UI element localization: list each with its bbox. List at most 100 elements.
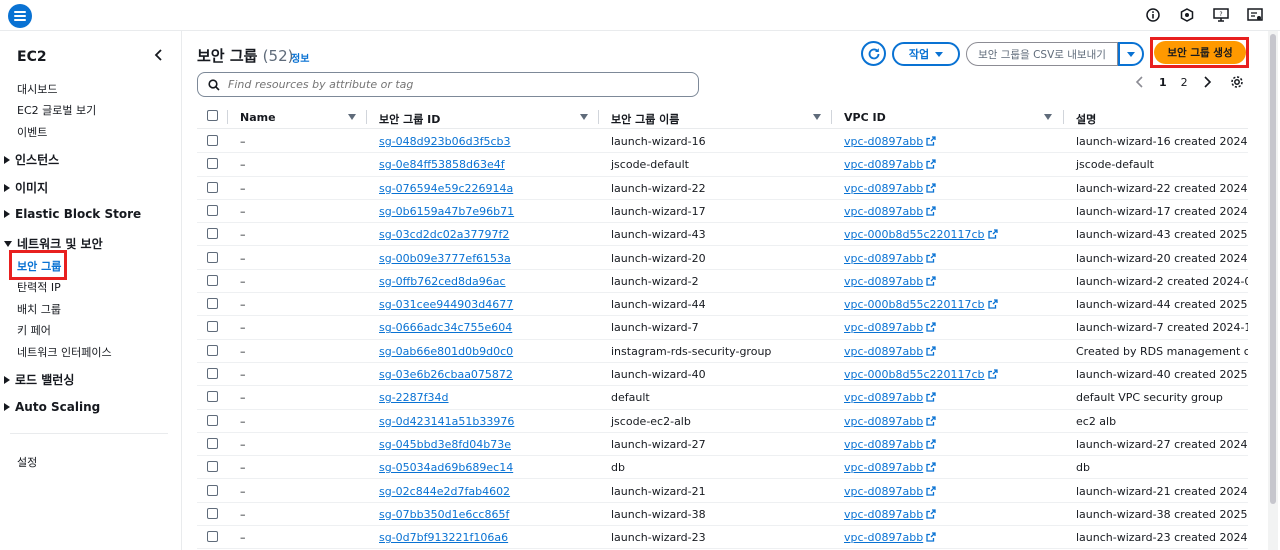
row-checkbox[interactable]: [207, 204, 218, 216]
column-header-id[interactable]: 보안 그룹 ID: [379, 111, 440, 127]
chevron-left-icon[interactable]: [1135, 76, 1145, 88]
table-row[interactable]: – sg-05034ad69b689ec14 db vpc-d0897abb db: [197, 456, 1248, 480]
table-row[interactable]: – sg-045bbd3e8fd04b73e launch-wizard-27 vpc…: [197, 433, 1248, 457]
cell-security-group-id[interactable]: sg-03cd2dc02a37797f2: [379, 228, 509, 241]
info-icon[interactable]: [1144, 6, 1162, 24]
cell-security-group-id[interactable]: sg-02c844e2d7fab4602: [379, 485, 510, 498]
hamburger-icon[interactable]: [8, 4, 32, 28]
row-checkbox[interactable]: [207, 321, 218, 333]
cell-security-group-id[interactable]: sg-2287f34d: [379, 391, 449, 404]
vpc-link[interactable]: vpc-d0897abb: [844, 485, 923, 498]
table-row[interactable]: – sg-0666adc34c755e604 launch-wizard-7 vpc-…: [197, 316, 1248, 340]
table-row[interactable]: – sg-00b09e3777ef6153a launch-wizard-20 vpc…: [197, 247, 1248, 270]
table-row[interactable]: – sg-048d923b06d3f5cb3 launch-wizard-16 vpc…: [197, 130, 1248, 154]
cell-security-group-id[interactable]: sg-045bbd3e8fd04b73e: [379, 438, 511, 451]
cell-security-group-id[interactable]: sg-0d423141a51b33976: [379, 415, 514, 428]
cell-vpc-id[interactable]: vpc-d0897abb: [844, 158, 936, 171]
cell-vpc-id[interactable]: vpc-d0897abb: [844, 531, 936, 544]
table-row[interactable]: – sg-0d423141a51b33976 jscode-ec2-alb vpc-d…: [197, 410, 1248, 433]
column-header-name[interactable]: Name: [240, 111, 276, 124]
cell-security-group-id[interactable]: sg-05034ad69b689ec14: [379, 461, 513, 474]
sidebar-section-images[interactable]: 이미지: [4, 179, 48, 196]
table-row[interactable]: – sg-02c844e2d7fab4602 launch-wizard-21 vpc…: [197, 480, 1248, 503]
support-icon[interactable]: ?: [1212, 6, 1230, 24]
close-sidebar-icon[interactable]: [152, 47, 166, 61]
table-row[interactable]: – sg-0ab66e801d0b9d0c0 instagram-rds-secur…: [197, 340, 1248, 363]
table-row[interactable]: – sg-076594e59c226914a launch-wizard-22 vpc…: [197, 177, 1248, 200]
cell-security-group-id[interactable]: sg-0e84ff53858d63e4f: [379, 158, 505, 171]
vpc-link[interactable]: vpc-d0897abb: [844, 345, 923, 358]
column-header-group-name[interactable]: 보안 그룹 이름: [611, 111, 679, 127]
table-row[interactable]: – sg-07bb350d1e6cc865f launch-wizard-38 vpc…: [197, 503, 1248, 527]
sidebar-item-key-pairs[interactable]: 키 페어: [17, 322, 51, 338]
select-all-checkbox[interactable]: [207, 110, 218, 121]
vpc-link[interactable]: vpc-d0897abb: [844, 415, 923, 428]
vpc-link[interactable]: vpc-d0897abb: [844, 461, 923, 474]
sidebar-item-elastic-ip[interactable]: 탄력적 IP: [17, 279, 61, 295]
cell-security-group-id[interactable]: sg-0b6159a47b7e96b71: [379, 205, 514, 218]
table-row[interactable]: – sg-03cd2dc02a37797f2 launch-wizard-43 vpc…: [197, 223, 1248, 247]
cell-vpc-id[interactable]: vpc-000b8d55c220117cb: [844, 228, 998, 241]
sort-icon[interactable]: [348, 114, 356, 120]
cell-security-group-id[interactable]: sg-07bb350d1e6cc865f: [379, 508, 509, 521]
row-checkbox[interactable]: [207, 484, 218, 496]
cell-security-group-id[interactable]: sg-0ab66e801d0b9d0c0: [379, 345, 513, 358]
vpc-link[interactable]: vpc-000b8d55c220117cb: [844, 228, 985, 241]
cell-vpc-id[interactable]: vpc-d0897abb: [844, 485, 936, 498]
chevron-right-icon[interactable]: [1202, 76, 1212, 88]
vpc-link[interactable]: vpc-d0897abb: [844, 182, 923, 195]
export-csv-button[interactable]: 보안 그룹을 CSV로 내보내기: [966, 42, 1118, 66]
scrollbar-thumb[interactable]: [1270, 34, 1276, 504]
sidebar-item-settings[interactable]: 설정: [17, 454, 37, 470]
cell-vpc-id[interactable]: vpc-d0897abb: [844, 321, 936, 334]
cell-security-group-id[interactable]: sg-00b09e3777ef6153a: [379, 252, 511, 265]
create-security-group-button[interactable]: 보안 그룹 생성: [1154, 41, 1246, 64]
cell-vpc-id[interactable]: vpc-d0897abb: [844, 275, 936, 288]
row-checkbox[interactable]: [207, 437, 218, 449]
vpc-link[interactable]: vpc-d0897abb: [844, 205, 923, 218]
cell-security-group-id[interactable]: sg-0d7bf913221f106a6: [379, 531, 508, 544]
vpc-link[interactable]: vpc-d0897abb: [844, 252, 923, 265]
column-header-description[interactable]: 설명: [1076, 111, 1096, 127]
row-checkbox[interactable]: [207, 461, 218, 473]
sidebar-item-security-groups[interactable]: 보안 그룹: [17, 258, 61, 274]
cell-vpc-id[interactable]: vpc-d0897abb: [844, 205, 936, 218]
cell-vpc-id[interactable]: vpc-d0897abb: [844, 391, 936, 404]
row-checkbox[interactable]: [207, 298, 218, 310]
vpc-link[interactable]: vpc-d0897abb: [844, 438, 923, 451]
cell-vpc-id[interactable]: vpc-d0897abb: [844, 461, 936, 474]
sidebar-item-dashboard[interactable]: 대시보드: [17, 81, 57, 97]
vpc-link[interactable]: vpc-000b8d55c220117cb: [844, 298, 985, 311]
row-checkbox[interactable]: [207, 414, 218, 426]
row-checkbox[interactable]: [207, 531, 218, 543]
cell-security-group-id[interactable]: sg-048d923b06d3f5cb3: [379, 135, 511, 148]
search-input[interactable]: [228, 78, 668, 91]
sidebar-section-ebs[interactable]: Elastic Block Store: [4, 207, 141, 221]
sort-icon[interactable]: [813, 114, 821, 120]
cell-vpc-id[interactable]: vpc-d0897abb: [844, 135, 936, 148]
sidebar-section-load-balancing[interactable]: 로드 밸런싱: [4, 371, 74, 388]
cell-vpc-id[interactable]: vpc-d0897abb: [844, 415, 936, 428]
row-checkbox[interactable]: [207, 391, 218, 403]
cell-vpc-id[interactable]: vpc-000b8d55c220117cb: [844, 298, 998, 311]
table-row[interactable]: – sg-0b6159a47b7e96b71 launch-wizard-17 vpc…: [197, 200, 1248, 224]
sort-icon[interactable]: [580, 114, 588, 120]
cell-security-group-id[interactable]: sg-03e6b26cbaa075872: [379, 368, 513, 381]
vpc-link[interactable]: vpc-d0897abb: [844, 158, 923, 171]
page-1[interactable]: 1: [1159, 76, 1167, 89]
row-checkbox[interactable]: [207, 251, 218, 263]
table-row[interactable]: – sg-0d7bf913221f106a6 launch-wizard-23 vpc…: [197, 526, 1248, 550]
cell-vpc-id[interactable]: vpc-d0897abb: [844, 252, 936, 265]
sidebar-item-events[interactable]: 이벤트: [17, 124, 47, 140]
settings-icon[interactable]: [1246, 6, 1264, 24]
export-dropdown-button[interactable]: [1118, 42, 1144, 66]
sidebar-item-placement-groups[interactable]: 배치 그룹: [17, 301, 61, 317]
cell-security-group-id[interactable]: sg-0666adc34c755e604: [379, 321, 512, 334]
cell-vpc-id[interactable]: vpc-d0897abb: [844, 345, 936, 358]
vpc-link[interactable]: vpc-d0897abb: [844, 275, 923, 288]
page-2[interactable]: 2: [1181, 76, 1188, 89]
sidebar-item-global-view[interactable]: EC2 글로벌 보기: [17, 102, 96, 118]
table-row[interactable]: – sg-031cee944903d4677 launch-wizard-44 vpc…: [197, 293, 1248, 317]
actions-button[interactable]: 작업: [892, 42, 960, 66]
row-checkbox[interactable]: [207, 368, 218, 379]
